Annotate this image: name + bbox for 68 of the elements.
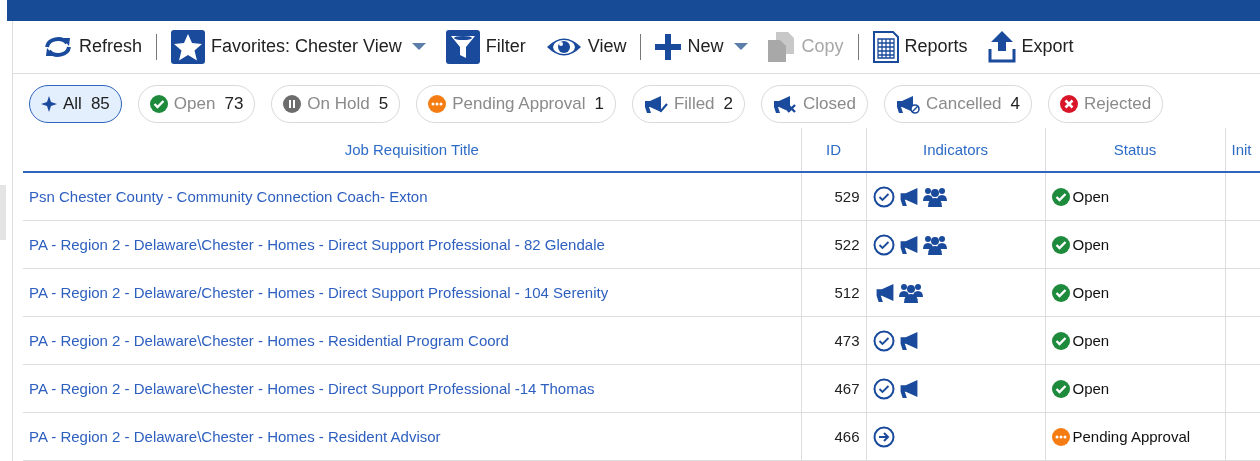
check-circle-icon [149, 95, 168, 113]
filter-chip[interactable]: Rejected [1048, 85, 1164, 123]
filter-icon [445, 29, 480, 64]
filter-chip[interactable]: Open 73 [137, 85, 256, 123]
filter-button[interactable]: Filter [435, 29, 536, 64]
more-icon [1051, 427, 1070, 446]
filter-chip[interactable]: Cancelled 4 [883, 85, 1033, 123]
id-cell: 473 [834, 332, 860, 349]
column-header[interactable]: Init [1225, 128, 1260, 172]
column-header[interactable]: ID [801, 128, 866, 172]
check-circle-icon [872, 377, 895, 400]
check-circle-icon [1051, 283, 1070, 302]
requisition-link[interactable]: PA - Region 2 - Delaware/Chester - Homes - Direct Support Professional - 104 Serenity [29, 284, 609, 301]
more-icon [428, 95, 447, 113]
column-header[interactable]: Status [1045, 128, 1225, 172]
plus-icon [655, 33, 682, 60]
requisition-link[interactable]: PA - Region 2 - Delaware\Chester - Homes - Resident Advisor [29, 428, 441, 445]
sparkle-icon [41, 96, 57, 112]
requisition-link[interactable]: PA - Region 2 - Delaware\Chester - Homes - Direct Support Professional -14 Thomas [29, 380, 595, 397]
check-circle-icon [1051, 331, 1070, 350]
caret-icon [733, 43, 748, 51]
requisition-link[interactable]: PA - Region 2 - Delaware\Chester - Homes - Residential Program Coord [29, 332, 509, 349]
column-header[interactable]: Indicators [866, 128, 1045, 172]
people-icon [898, 282, 923, 303]
arrow-circle-icon [872, 425, 895, 448]
filter-chip[interactable]: On Hold 5 [271, 85, 401, 123]
refresh-button[interactable]: Refresh [33, 34, 153, 59]
refresh-icon [43, 34, 73, 59]
copy-icon [767, 31, 796, 62]
people-icon [922, 234, 947, 255]
check-circle-icon [872, 185, 895, 208]
pause-icon [283, 95, 302, 113]
status-label: Open [1051, 187, 1219, 206]
check-circle-icon [1051, 187, 1070, 206]
eye-button[interactable]: View [535, 35, 637, 58]
status-label: Open [1051, 235, 1219, 254]
megaphone-check-icon [643, 94, 668, 114]
column-header[interactable]: Job Requisition Title [23, 128, 801, 172]
check-circle-icon [1051, 235, 1070, 254]
id-cell: 467 [834, 380, 860, 397]
check-circle-icon [1051, 379, 1070, 398]
status-label: Open [1051, 283, 1219, 302]
status-label: Open [1051, 379, 1219, 398]
megaphone-cancel-icon [895, 94, 920, 114]
check-circle-icon [872, 329, 895, 352]
status-label: Pending Approval [1051, 427, 1219, 446]
check-circle-icon [872, 233, 895, 256]
filter-chip[interactable]: Filled 2 [631, 85, 746, 123]
star-button[interactable]: Favorites: Chester View [161, 29, 436, 64]
id-cell: 466 [834, 428, 860, 445]
spreadsheet-icon [872, 30, 899, 63]
filter-chip[interactable]: All 85 [29, 85, 122, 123]
status-label: Open [1051, 331, 1219, 350]
id-cell: 529 [834, 188, 860, 205]
requisition-link[interactable]: PA - Region 2 - Delaware\Chester - Homes - Direct Support Professional - 82 Glendale [29, 236, 605, 253]
id-cell: 512 [834, 284, 860, 301]
megaphone-x-icon [773, 94, 798, 114]
filter-chip[interactable]: Pending Approval 1 [416, 85, 616, 123]
export-icon [987, 30, 1016, 63]
filter-chip[interactable]: Closed [761, 85, 868, 123]
export-button[interactable]: Export [977, 30, 1084, 63]
requisition-link[interactable]: Psn Chester County - Community Connection Coach- Exton [29, 188, 428, 205]
caret-icon [411, 43, 426, 51]
error-icon [1060, 95, 1079, 113]
people-icon [922, 186, 947, 207]
plus-button[interactable]: New [645, 33, 758, 60]
reports-button[interactable]: Reports [862, 30, 978, 63]
id-cell: 522 [834, 236, 860, 253]
